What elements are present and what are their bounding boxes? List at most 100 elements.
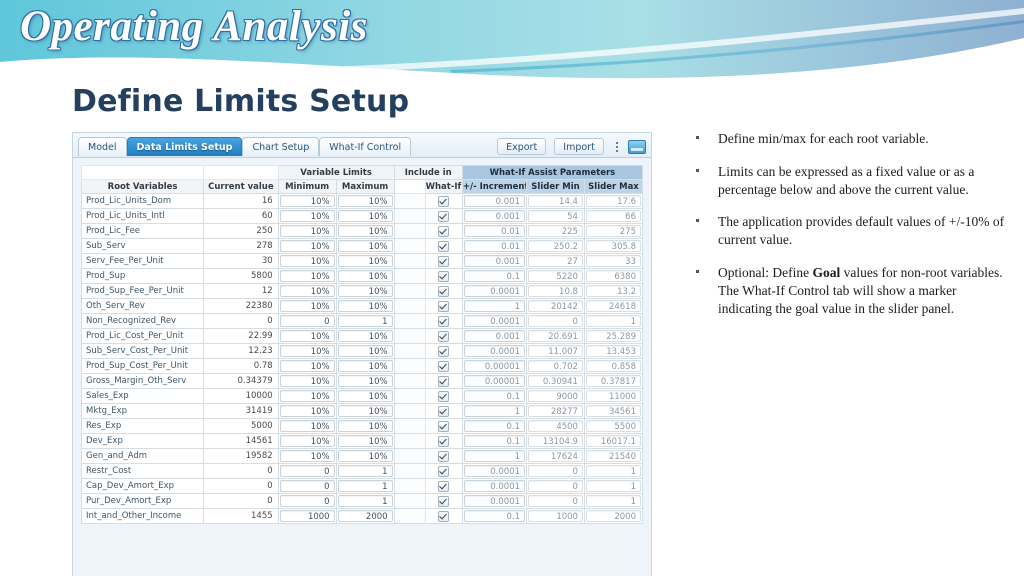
increment-input[interactable]: 0.1 bbox=[463, 390, 526, 402]
row-increment-cell[interactable]: 0.1 bbox=[461, 433, 528, 449]
minimum-input[interactable]: 0 bbox=[279, 315, 335, 327]
checkbox-checked-icon[interactable] bbox=[438, 315, 450, 327]
what-if-checkbox-cell[interactable] bbox=[424, 433, 463, 449]
maximum-input[interactable]: 2000 bbox=[337, 510, 393, 522]
checkbox-checked-icon[interactable] bbox=[438, 210, 450, 222]
increment-input[interactable]: 0.0001 bbox=[463, 285, 526, 297]
row-slider-min-cell[interactable]: 5220 bbox=[526, 268, 585, 284]
slider-max-input[interactable]: 33 bbox=[585, 255, 641, 267]
maximum-input[interactable]: 1 bbox=[337, 465, 393, 477]
slider-max-input[interactable]: 2000 bbox=[585, 510, 641, 522]
col-maximum[interactable]: Maximum bbox=[335, 179, 395, 194]
row-slider-max-cell[interactable]: 1 bbox=[583, 478, 644, 494]
row-slider-max-cell[interactable]: 0.37817 bbox=[583, 373, 644, 389]
slider-max-input[interactable]: 5500 bbox=[585, 420, 641, 432]
minimum-input[interactable]: 10% bbox=[279, 240, 335, 252]
slider-min-input[interactable]: 17624 bbox=[528, 450, 583, 462]
row-slider-max-cell[interactable]: 33 bbox=[583, 253, 644, 269]
checkbox-checked-icon[interactable] bbox=[438, 330, 450, 342]
slider-max-input[interactable]: 1 bbox=[585, 480, 641, 492]
slider-min-input[interactable]: 54 bbox=[528, 210, 583, 222]
minimum-input[interactable]: 10% bbox=[279, 270, 335, 282]
increment-input[interactable]: 0.01 bbox=[463, 225, 526, 237]
slider-max-input[interactable]: 21540 bbox=[585, 450, 641, 462]
row-slider-min-cell[interactable]: 0 bbox=[526, 493, 585, 509]
what-if-checkbox-cell[interactable] bbox=[424, 328, 463, 344]
table-row[interactable]: Serv_Fee_Per_Unit 30 10% 10% 0.001 27 33 bbox=[80, 253, 644, 269]
increment-input[interactable]: 1 bbox=[463, 300, 526, 312]
row-maximum-cell[interactable]: 10% bbox=[335, 448, 395, 464]
row-minimum-cell[interactable]: 10% bbox=[277, 358, 337, 374]
minimum-input[interactable]: 10% bbox=[279, 375, 335, 387]
increment-input[interactable]: 0.001 bbox=[463, 195, 526, 207]
table-row[interactable]: Restr_Cost 0 0 1 0.0001 0 1 bbox=[80, 463, 644, 479]
minimum-input[interactable]: 10% bbox=[279, 450, 335, 462]
increment-input[interactable]: 0.0001 bbox=[463, 345, 526, 357]
maximum-input[interactable]: 10% bbox=[337, 390, 393, 402]
row-minimum-cell[interactable]: 1000 bbox=[277, 508, 337, 524]
increment-input[interactable]: 0.1 bbox=[463, 510, 526, 522]
row-slider-max-cell[interactable]: 305.8 bbox=[583, 238, 644, 254]
what-if-checkbox-cell[interactable] bbox=[424, 478, 463, 494]
row-minimum-cell[interactable]: 0 bbox=[277, 493, 337, 509]
checkbox-checked-icon[interactable] bbox=[438, 195, 450, 207]
what-if-checkbox-cell[interactable] bbox=[424, 493, 463, 509]
maximum-input[interactable]: 1 bbox=[337, 495, 393, 507]
col-current-value[interactable]: Current value bbox=[203, 179, 279, 194]
table-row[interactable]: Prod_Lic_Units_Dom 16 10% 10% 0.001 14.4 17.6 bbox=[80, 193, 644, 209]
checkbox-checked-icon[interactable] bbox=[438, 270, 450, 282]
row-slider-max-cell[interactable]: 21540 bbox=[583, 448, 644, 464]
slider-min-input[interactable]: 5220 bbox=[528, 270, 583, 282]
checkbox-checked-icon[interactable] bbox=[438, 435, 450, 447]
table-row[interactable]: Pur_Dev_Amort_Exp 0 0 1 0.0001 0 1 bbox=[80, 493, 644, 509]
row-maximum-cell[interactable]: 10% bbox=[335, 298, 395, 314]
slider-min-input[interactable]: 13104.9 bbox=[528, 435, 583, 447]
row-slider-max-cell[interactable]: 0.858 bbox=[583, 358, 644, 374]
maximum-input[interactable]: 1 bbox=[337, 480, 393, 492]
maximum-input[interactable]: 10% bbox=[337, 330, 393, 342]
row-slider-min-cell[interactable]: 17624 bbox=[526, 448, 585, 464]
table-row[interactable]: Prod_Sup_Cost_Per_Unit 0.78 10% 10% 0.00001 0… bbox=[80, 358, 644, 374]
minimum-input[interactable]: 0 bbox=[279, 465, 335, 477]
slider-min-input[interactable]: 1000 bbox=[528, 510, 583, 522]
slider-max-input[interactable]: 1 bbox=[585, 495, 641, 507]
col-slider-max[interactable]: Slider Max bbox=[583, 179, 644, 194]
maximum-input[interactable]: 10% bbox=[337, 285, 393, 297]
row-minimum-cell[interactable]: 0 bbox=[277, 313, 337, 329]
maximum-input[interactable]: 10% bbox=[337, 255, 393, 267]
row-minimum-cell[interactable]: 10% bbox=[277, 193, 337, 209]
row-minimum-cell[interactable]: 10% bbox=[277, 418, 337, 434]
row-increment-cell[interactable]: 0.0001 bbox=[461, 478, 528, 494]
slider-min-input[interactable]: 4500 bbox=[528, 420, 583, 432]
row-slider-max-cell[interactable]: 17.6 bbox=[583, 193, 644, 209]
maximum-input[interactable]: 10% bbox=[337, 375, 393, 387]
row-minimum-cell[interactable]: 10% bbox=[277, 403, 337, 419]
row-minimum-cell[interactable]: 10% bbox=[277, 373, 337, 389]
slider-max-input[interactable]: 24618 bbox=[585, 300, 641, 312]
tab-chart-setup[interactable]: Chart Setup bbox=[242, 137, 320, 156]
minimum-input[interactable]: 10% bbox=[279, 420, 335, 432]
col-slider-min[interactable]: Slider Min bbox=[526, 179, 585, 194]
row-slider-min-cell[interactable]: 20.691 bbox=[526, 328, 585, 344]
row-slider-min-cell[interactable]: 14.4 bbox=[526, 193, 585, 209]
minimum-input[interactable]: 0 bbox=[279, 480, 335, 492]
row-increment-cell[interactable]: 0.00001 bbox=[461, 358, 528, 374]
col-minimum[interactable]: Minimum bbox=[277, 179, 337, 194]
increment-input[interactable]: 1 bbox=[463, 405, 526, 417]
row-increment-cell[interactable]: 1 bbox=[461, 448, 528, 464]
row-minimum-cell[interactable]: 10% bbox=[277, 298, 337, 314]
row-increment-cell[interactable]: 0.01 bbox=[461, 238, 528, 254]
row-slider-min-cell[interactable]: 11.007 bbox=[526, 343, 585, 359]
checkbox-checked-icon[interactable] bbox=[438, 225, 450, 237]
row-minimum-cell[interactable]: 10% bbox=[277, 328, 337, 344]
col-increment[interactable]: +/- Increment bbox=[461, 179, 528, 194]
row-maximum-cell[interactable]: 10% bbox=[335, 433, 395, 449]
table-row[interactable]: Sub_Serv_Cost_Per_Unit 12.23 10% 10% 0.0001 1… bbox=[80, 343, 644, 359]
increment-input[interactable]: 0.0001 bbox=[463, 315, 526, 327]
table-row[interactable]: Prod_Lic_Fee 250 10% 10% 0.01 225 275 bbox=[80, 223, 644, 239]
slider-max-input[interactable]: 17.6 bbox=[585, 195, 641, 207]
increment-input[interactable]: 1 bbox=[463, 450, 526, 462]
maximum-input[interactable]: 10% bbox=[337, 225, 393, 237]
checkbox-checked-icon[interactable] bbox=[438, 450, 450, 462]
maximum-input[interactable]: 1 bbox=[337, 315, 393, 327]
